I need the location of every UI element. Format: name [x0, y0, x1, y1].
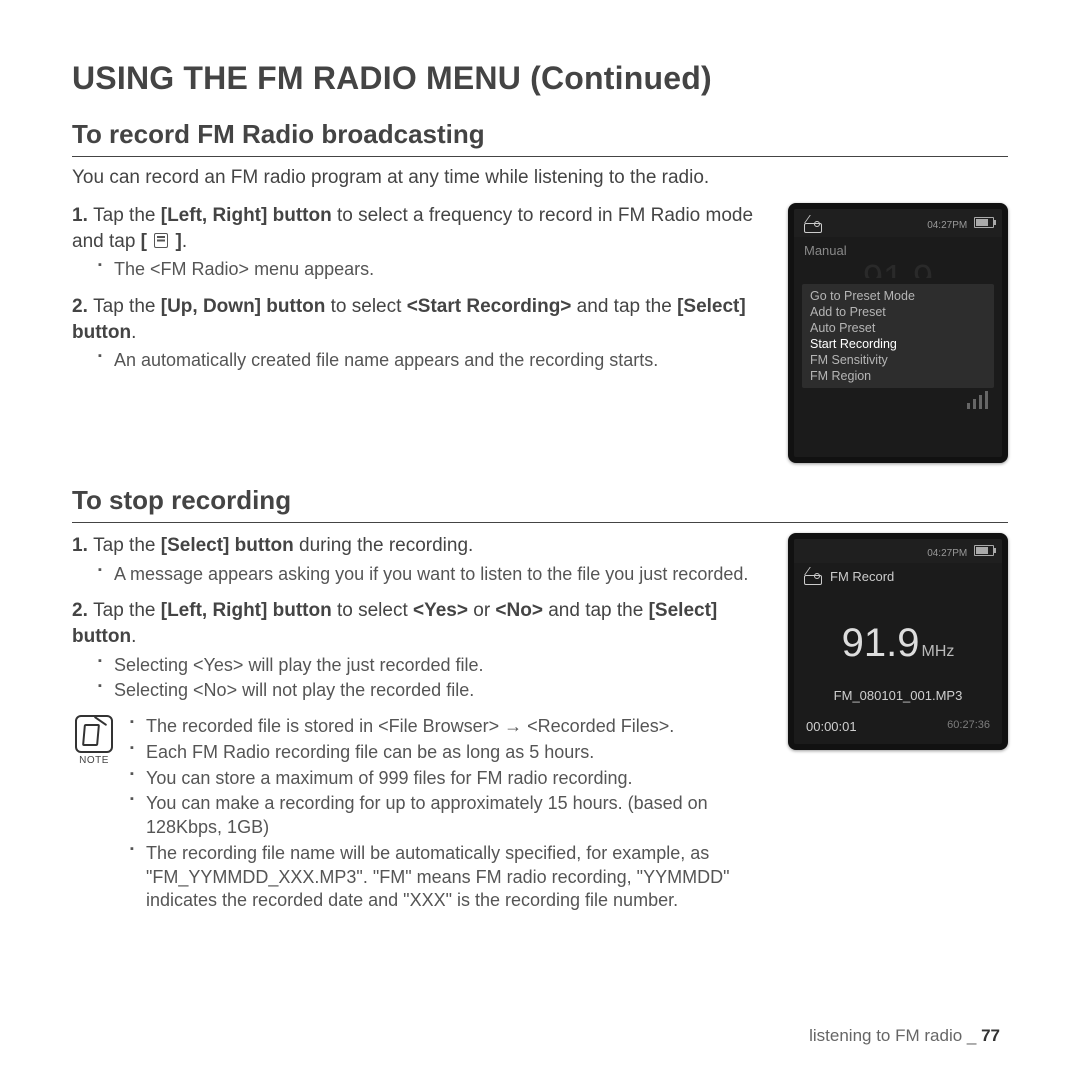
section-stop-heading: To stop recording	[72, 485, 1008, 523]
text: [Up, Down] button	[161, 296, 326, 317]
record-step-2: Tap the [Up, Down] button to select <Sta…	[72, 294, 764, 373]
radio-icon	[802, 567, 824, 585]
device-mode: Manual	[794, 237, 1002, 260]
menu-item: FM Region	[810, 368, 986, 384]
fm-menu-list: Go to Preset Mode Add to Preset Auto Pre…	[802, 284, 994, 388]
text: <No>	[495, 600, 543, 621]
device-filename: FM_080101_001.MP3	[794, 688, 1002, 715]
menu-item-selected: Start Recording	[810, 336, 986, 352]
record-step-1-note: The <FM Radio> menu appears.	[98, 258, 764, 282]
device-time: 04:27PM	[927, 220, 967, 231]
text: [Left, Right] button	[161, 600, 332, 621]
battery-icon	[974, 545, 994, 556]
text: [	[141, 231, 153, 252]
device-subtitle: FM Record	[830, 569, 894, 584]
text: Tap the	[93, 296, 161, 317]
device-screenshot-menu: 04:27PM Manual 91.9 Go to Preset Mode Ad…	[788, 203, 1008, 463]
menu-item: Go to Preset Mode	[810, 288, 986, 304]
menu-item: Auto Preset	[810, 320, 986, 336]
note-item: You can store a maximum of 999 files for…	[130, 767, 764, 791]
device-screenshot-record: 04:27PM FM Record 91.9MHz FM_080101_001.…	[788, 533, 1008, 750]
menu-item: Add to Preset	[810, 304, 986, 320]
device-frequency: 91.9MHz	[794, 595, 1002, 688]
page-footer: listening to FM radio _ 77	[809, 1026, 1000, 1046]
record-step-1: Tap the [Left, Right] button to select a…	[72, 203, 764, 282]
remaining-time: 60:27:36	[947, 719, 990, 734]
device-time: 04:27PM	[927, 548, 967, 559]
radio-icon	[802, 215, 824, 233]
menu-item: FM Sensitivity	[810, 352, 986, 368]
stop-step-2-note-yes: Selecting <Yes> will play the just recor…	[98, 654, 764, 678]
stop-step-2: Tap the [Left, Right] button to select <…	[72, 598, 764, 703]
text: to select	[325, 296, 406, 317]
footer-section: listening to FM radio _	[809, 1026, 981, 1045]
text: during the recording.	[294, 535, 474, 556]
note-list: The recorded file is stored in <File Bro…	[130, 715, 764, 915]
text: and tap the	[571, 296, 677, 317]
text: <Yes>	[413, 600, 468, 621]
stop-step-2-note-no: Selecting <No> will not play the recorde…	[98, 679, 764, 703]
signal-bars-icon	[967, 391, 988, 409]
menu-icon	[154, 233, 168, 248]
text: [Select] button	[161, 535, 294, 556]
note-item: The recording file name will be automati…	[130, 842, 764, 913]
freq-value: 91.9	[842, 621, 920, 665]
note-badge: NOTE	[72, 715, 116, 915]
text: Tap the	[93, 535, 161, 556]
freq-unit: MHz	[921, 643, 954, 660]
text: [Left, Right] button	[161, 205, 332, 226]
text: .	[182, 231, 187, 252]
page-title: USING THE FM RADIO MENU (Continued)	[72, 60, 1008, 97]
battery-icon	[974, 217, 994, 228]
text: .	[131, 322, 136, 343]
section-record-intro: You can record an FM radio program at an…	[72, 167, 1008, 189]
text: Tap the	[93, 600, 161, 621]
record-step-2-note: An automatically created file name appea…	[98, 349, 764, 373]
text: and tap the	[543, 600, 649, 621]
freq-bg: 91.9	[794, 260, 1002, 278]
stop-step-1: Tap the [Select] button during the recor…	[72, 533, 764, 586]
text: Tap the	[93, 205, 161, 226]
elapsed-time: 00:00:01	[806, 719, 857, 734]
stop-step-1-note: A message appears asking you if you want…	[98, 563, 764, 587]
text: to select	[332, 600, 413, 621]
text: or	[468, 600, 495, 621]
note-label: NOTE	[72, 755, 116, 766]
text: ]	[170, 231, 182, 252]
note-item: The recorded file is stored in <File Bro…	[130, 715, 764, 739]
section-record-heading: To record FM Radio broadcasting	[72, 119, 1008, 157]
note-icon	[75, 715, 113, 753]
text: .	[131, 626, 136, 647]
text: <Start Recording>	[407, 296, 572, 317]
note-item: Each FM Radio recording file can be as l…	[130, 741, 764, 765]
footer-page: 77	[981, 1026, 1000, 1045]
note-item: You can make a recording for up to appro…	[130, 792, 764, 840]
